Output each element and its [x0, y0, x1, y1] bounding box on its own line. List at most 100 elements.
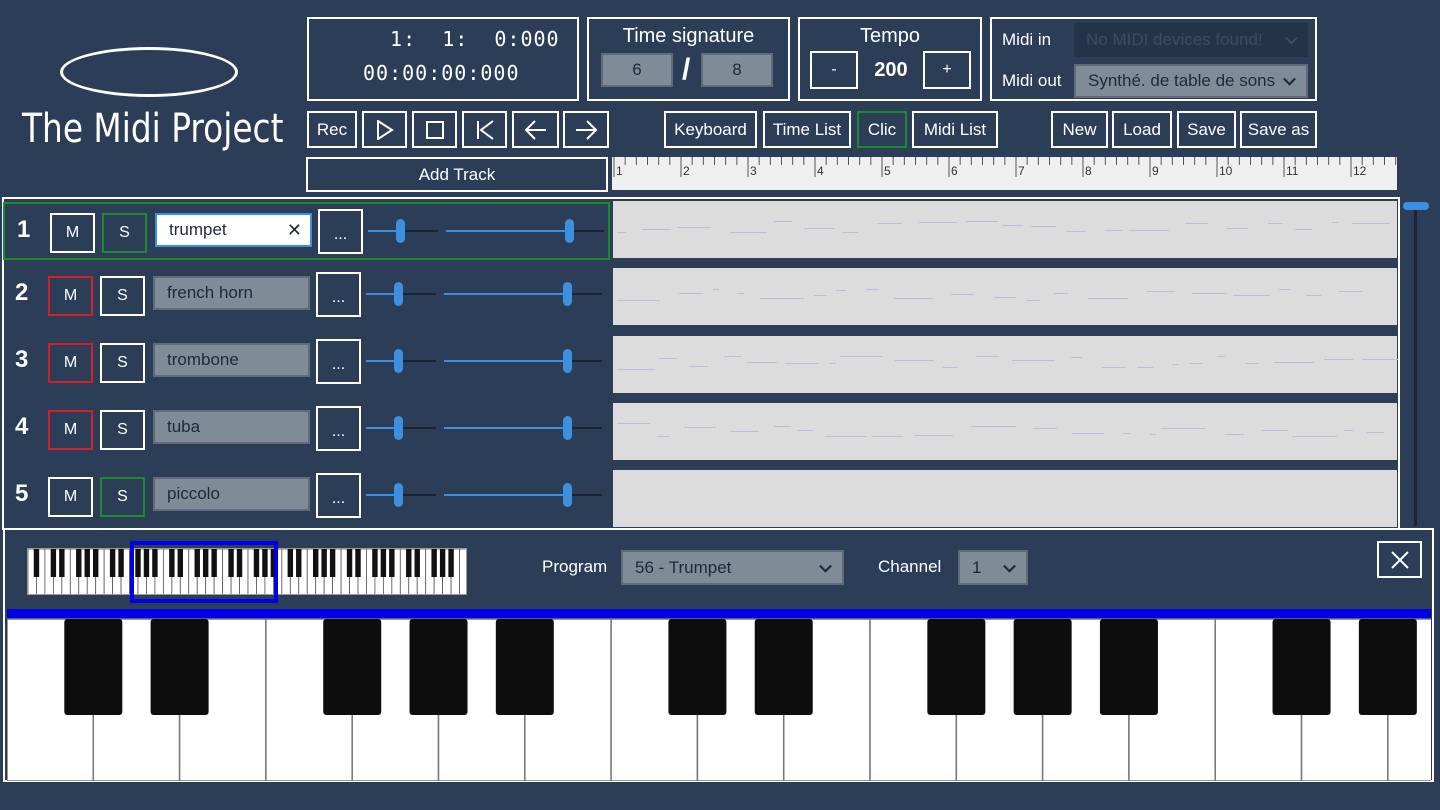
solo-button[interactable]: S — [100, 343, 145, 383]
close-keyboard-button[interactable] — [1377, 541, 1422, 578]
play-button[interactable] — [362, 111, 407, 148]
track-lane[interactable] — [613, 268, 1397, 325]
track-row[interactable]: 2 M S french horn ... — [3, 267, 610, 325]
pan-slider-thumb[interactable] — [563, 416, 572, 440]
vertical-scrollbar-track[interactable] — [1414, 204, 1417, 526]
midi-note — [1190, 363, 1202, 364]
record-button[interactable]: Rec — [307, 111, 357, 148]
mute-button[interactable]: M — [48, 276, 93, 316]
ruler-bar-label: 8 — [1085, 164, 1092, 178]
track-lane[interactable] — [613, 403, 1397, 460]
pan-slider-thumb[interactable] — [563, 349, 572, 373]
mini-black-key — [109, 549, 116, 577]
solo-button[interactable]: S — [102, 213, 147, 253]
step-back-button[interactable] — [512, 111, 559, 148]
denominator-field[interactable]: 8 — [701, 53, 773, 87]
track-name: french horn — [167, 283, 253, 302]
channel-select[interactable]: 1 — [958, 550, 1028, 585]
save-as-button[interactable]: Save as — [1240, 111, 1317, 148]
track-name-input[interactable]: french horn — [153, 276, 310, 310]
volume-slider-thumb[interactable] — [396, 219, 405, 243]
midi-note — [895, 360, 934, 361]
step-forward-button[interactable] — [563, 111, 609, 148]
midi-note — [1072, 433, 1104, 434]
track-name-input[interactable]: trombone — [153, 343, 310, 377]
save-button[interactable]: Save — [1177, 111, 1236, 148]
volume-slider-thumb[interactable] — [394, 416, 403, 440]
clear-icon[interactable]: ✕ — [287, 220, 302, 241]
midi-note — [797, 430, 813, 431]
pan-slider-track — [567, 494, 602, 496]
midi-note — [951, 294, 974, 295]
pan-slider-thumb[interactable] — [563, 282, 572, 306]
add-track-button[interactable]: Add Track — [306, 157, 608, 192]
click-toggle-button[interactable]: Clic — [857, 111, 907, 148]
new-button[interactable]: New — [1051, 111, 1108, 148]
mute-button[interactable]: M — [48, 343, 93, 383]
track-name-input[interactable]: piccolo — [153, 477, 310, 511]
mute-button[interactable]: M — [48, 477, 93, 517]
black-key — [1099, 619, 1158, 715]
mini-black-key — [431, 549, 437, 577]
mini-black-key — [439, 549, 446, 577]
track-lane[interactable] — [613, 336, 1398, 393]
midi-out-label: Midi out — [1002, 71, 1062, 90]
midi-note — [689, 366, 708, 367]
piano-keyboard[interactable] — [6, 609, 1440, 782]
track-row[interactable]: 3 M S trombone ... — [3, 334, 610, 392]
track-lane[interactable] — [613, 201, 1397, 258]
keyboard-range-selector[interactable] — [130, 541, 278, 603]
track-row[interactable]: 1 M S trumpet ✕ ... — [3, 202, 610, 260]
track-options-button[interactable]: ... — [316, 272, 361, 317]
tempo-decrease-button[interactable]: - — [810, 51, 858, 89]
solo-button[interactable]: S — [100, 410, 145, 450]
time-display: 1: 1: 0:000 00:00:00:000 — [307, 17, 579, 101]
midi-note — [1362, 359, 1398, 360]
midi-in-select[interactable]: No MIDI devices found! — [1074, 23, 1308, 57]
midi-out-select[interactable]: Synthé. de table de sons — [1074, 64, 1308, 98]
program-select[interactable]: 56 - Trumpet — [621, 550, 844, 585]
midi-note — [617, 300, 660, 301]
track-row[interactable]: 4 M S tuba ... — [3, 401, 610, 459]
track-name-input[interactable]: trumpet ✕ — [155, 213, 312, 247]
track-name-input[interactable]: tuba — [153, 410, 310, 444]
mute-button[interactable]: M — [48, 410, 93, 450]
track-lane[interactable] — [613, 470, 1397, 527]
volume-slider-thumb[interactable] — [394, 349, 403, 373]
ruler-bar-label: 5 — [884, 164, 891, 178]
midi-note — [1225, 434, 1244, 435]
stop-button[interactable] — [412, 111, 457, 148]
midi-note — [1026, 300, 1040, 301]
track-options-button[interactable]: ... — [318, 209, 363, 254]
midi-note — [825, 436, 867, 437]
volume-slider-thumb[interactable] — [394, 483, 403, 507]
tempo-increase-button[interactable]: + — [923, 51, 971, 89]
midi-list-button[interactable]: Midi List — [912, 111, 998, 148]
position-display: 1: 1: 0:000 — [377, 27, 560, 51]
midi-note — [894, 298, 933, 299]
time-list-button[interactable]: Time List — [763, 111, 851, 148]
track-row[interactable]: 5 M S piccolo ... — [3, 468, 610, 526]
midi-note — [760, 298, 804, 299]
volume-slider-thumb[interactable] — [394, 282, 403, 306]
midi-note — [1352, 223, 1390, 224]
track-options-button[interactable]: ... — [316, 473, 361, 518]
mini-black-key — [118, 549, 124, 577]
keyboard-view-button[interactable]: Keyboard — [664, 111, 757, 148]
mute-button[interactable]: M — [50, 213, 95, 253]
solo-button[interactable]: S — [100, 276, 145, 316]
timeline-ruler[interactable]: 1 2 3 4 5 6 7 8 9 10 11 12 — [612, 157, 1397, 190]
midi-in-label: Midi in — [1002, 30, 1052, 49]
program-label: Program — [542, 557, 608, 576]
solo-button[interactable]: S — [100, 477, 145, 517]
midi-note — [1150, 434, 1156, 435]
pan-slider-thumb[interactable] — [563, 483, 572, 507]
vertical-scrollbar-thumb[interactable] — [1403, 202, 1429, 210]
track-options-button[interactable]: ... — [316, 339, 361, 384]
track-options-button[interactable]: ... — [316, 406, 361, 451]
rewind-to-start-button[interactable] — [462, 111, 507, 148]
mini-black-key — [33, 549, 40, 577]
numerator-field[interactable]: 6 — [601, 53, 673, 87]
pan-slider-thumb[interactable] — [565, 219, 574, 243]
load-button[interactable]: Load — [1112, 111, 1172, 148]
